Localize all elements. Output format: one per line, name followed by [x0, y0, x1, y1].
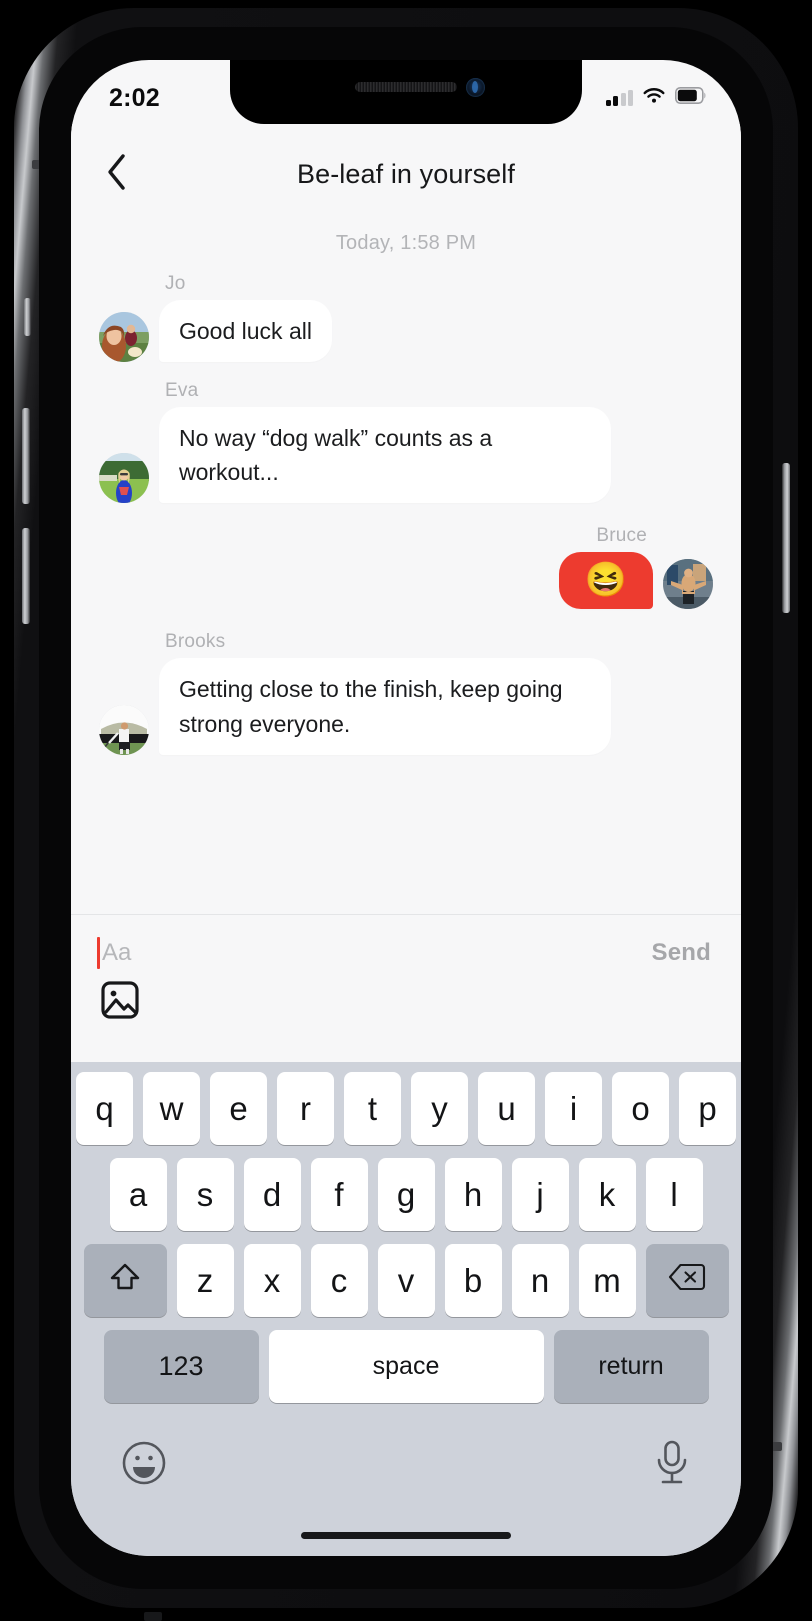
key-p[interactable]: p — [679, 1072, 736, 1145]
key-u[interactable]: u — [478, 1072, 535, 1145]
numeric-key[interactable]: 123 — [103, 1330, 259, 1403]
avatar[interactable] — [99, 312, 149, 363]
volume-up-button[interactable] — [22, 408, 30, 504]
message-sender-name: Eva — [165, 380, 199, 402]
message-sender-name: Jo — [165, 273, 186, 294]
keyboard-row-3: z x c v b n m — [71, 1244, 741, 1317]
avatar[interactable] — [663, 559, 713, 610]
message-bubble[interactable]: No way “dog walk” counts as a workout... — [159, 407, 611, 504]
phone-device-frame: 2:02 Be-leaf in yourself Today, 1:58 PM … — [14, 8, 798, 1608]
photo-image-icon[interactable] — [99, 981, 141, 1025]
power-button[interactable] — [782, 463, 790, 613]
key-c[interactable]: c — [310, 1244, 368, 1317]
key-m[interactable]: m — [578, 1244, 636, 1317]
volume-down-button[interactable] — [22, 528, 30, 624]
message-group-brooks: Brooks Getting close to the finish, keep… — [71, 631, 741, 755]
back-button[interactable] — [85, 143, 147, 205]
key-x[interactable]: x — [243, 1244, 301, 1317]
message-group-eva: Eva No way “dog walk” counts as a workou… — [71, 380, 741, 504]
battery-icon — [675, 87, 707, 109]
avatar[interactable] — [99, 453, 149, 504]
backspace-delete-icon — [668, 1262, 706, 1300]
message-row: No way “dog walk” counts as a workout... — [99, 407, 713, 504]
microphone-icon[interactable] — [651, 1438, 693, 1493]
keyboard-row-4: 123 space return — [71, 1330, 741, 1403]
smiley-face-icon[interactable] — [119, 1438, 169, 1493]
message-input-bar: Send — [71, 914, 741, 1062]
key-v[interactable]: v — [377, 1244, 435, 1317]
key-y[interactable]: y — [411, 1072, 468, 1145]
status-bar-icons — [605, 87, 708, 110]
antenna-band-bottom-center — [144, 1612, 162, 1621]
message-sender-name: Brooks — [165, 631, 226, 653]
key-i[interactable]: i — [545, 1072, 602, 1145]
message-sender-name: Bruce — [596, 525, 647, 547]
key-l[interactable]: l — [645, 1158, 703, 1231]
avatar[interactable] — [99, 704, 149, 755]
message-list[interactable]: Today, 1:58 PM Jo Good luck all Eva No w… — [71, 224, 741, 914]
key-a[interactable]: a — [109, 1158, 167, 1231]
message-bubble[interactable]: Good luck all — [159, 300, 332, 363]
key-t[interactable]: t — [344, 1072, 401, 1145]
key-z[interactable]: z — [176, 1244, 234, 1317]
key-k[interactable]: k — [578, 1158, 636, 1231]
home-indicator[interactable] — [301, 1532, 511, 1539]
input-row: Send — [71, 915, 741, 969]
return-key[interactable]: return — [553, 1330, 709, 1403]
key-e[interactable]: e — [210, 1072, 267, 1145]
message-row: 😆 — [99, 552, 713, 610]
key-w[interactable]: w — [143, 1072, 200, 1145]
backspace-key[interactable] — [645, 1244, 729, 1317]
page-title: Be-leaf in yourself — [296, 158, 515, 189]
message-input[interactable] — [101, 939, 652, 967]
key-j[interactable]: j — [511, 1158, 569, 1231]
status-bar-clock: 2:02 — [109, 83, 160, 112]
message-bubble[interactable]: 😆 — [558, 552, 653, 610]
keyboard-row-2: a s d f g h j k l — [71, 1158, 741, 1231]
wifi-icon — [642, 87, 666, 110]
key-f[interactable]: f — [310, 1158, 368, 1231]
date-divider: Today, 1:58 PM — [335, 232, 477, 254]
key-o[interactable]: o — [612, 1072, 669, 1145]
space-key[interactable]: space — [268, 1330, 544, 1403]
keyboard-row-1: q w e r t y u i o p — [71, 1072, 741, 1145]
virtual-keyboard[interactable]: q w e r t y u i o p a s d f g h j k l z … — [71, 1062, 741, 1556]
send-button[interactable]: Send — [652, 939, 711, 967]
key-d[interactable]: d — [243, 1158, 301, 1231]
message-row: Good luck all — [99, 300, 713, 363]
attachment-row — [71, 969, 741, 1026]
status-bar: 2:02 — [71, 60, 741, 124]
key-b[interactable]: b — [444, 1244, 502, 1317]
message-input-wrapper — [97, 937, 652, 969]
key-n[interactable]: n — [511, 1244, 569, 1317]
chat-header: Be-leaf in yourself — [71, 124, 741, 224]
cellular-signal-icon — [605, 90, 633, 106]
message-bubble[interactable]: Getting close to the finish, keep going … — [159, 658, 611, 755]
key-r[interactable]: r — [277, 1072, 334, 1145]
text-cursor-caret — [97, 937, 100, 969]
shift-key[interactable] — [83, 1244, 167, 1317]
key-s[interactable]: s — [176, 1158, 234, 1231]
phone-screen: 2:02 Be-leaf in yourself Today, 1:58 PM … — [71, 60, 741, 1556]
silent-switch-button[interactable] — [24, 298, 31, 336]
keyboard-bottom-row — [71, 1416, 741, 1493]
shift-arrow-up-icon — [108, 1260, 142, 1302]
message-row: Getting close to the finish, keep going … — [99, 658, 713, 755]
key-h[interactable]: h — [444, 1158, 502, 1231]
message-group-bruce: Bruce 😆 — [71, 525, 741, 610]
key-g[interactable]: g — [377, 1158, 435, 1231]
key-q[interactable]: q — [76, 1072, 133, 1145]
message-group-jo: Jo Good luck all — [71, 273, 741, 363]
chevron-left-icon — [105, 153, 127, 196]
